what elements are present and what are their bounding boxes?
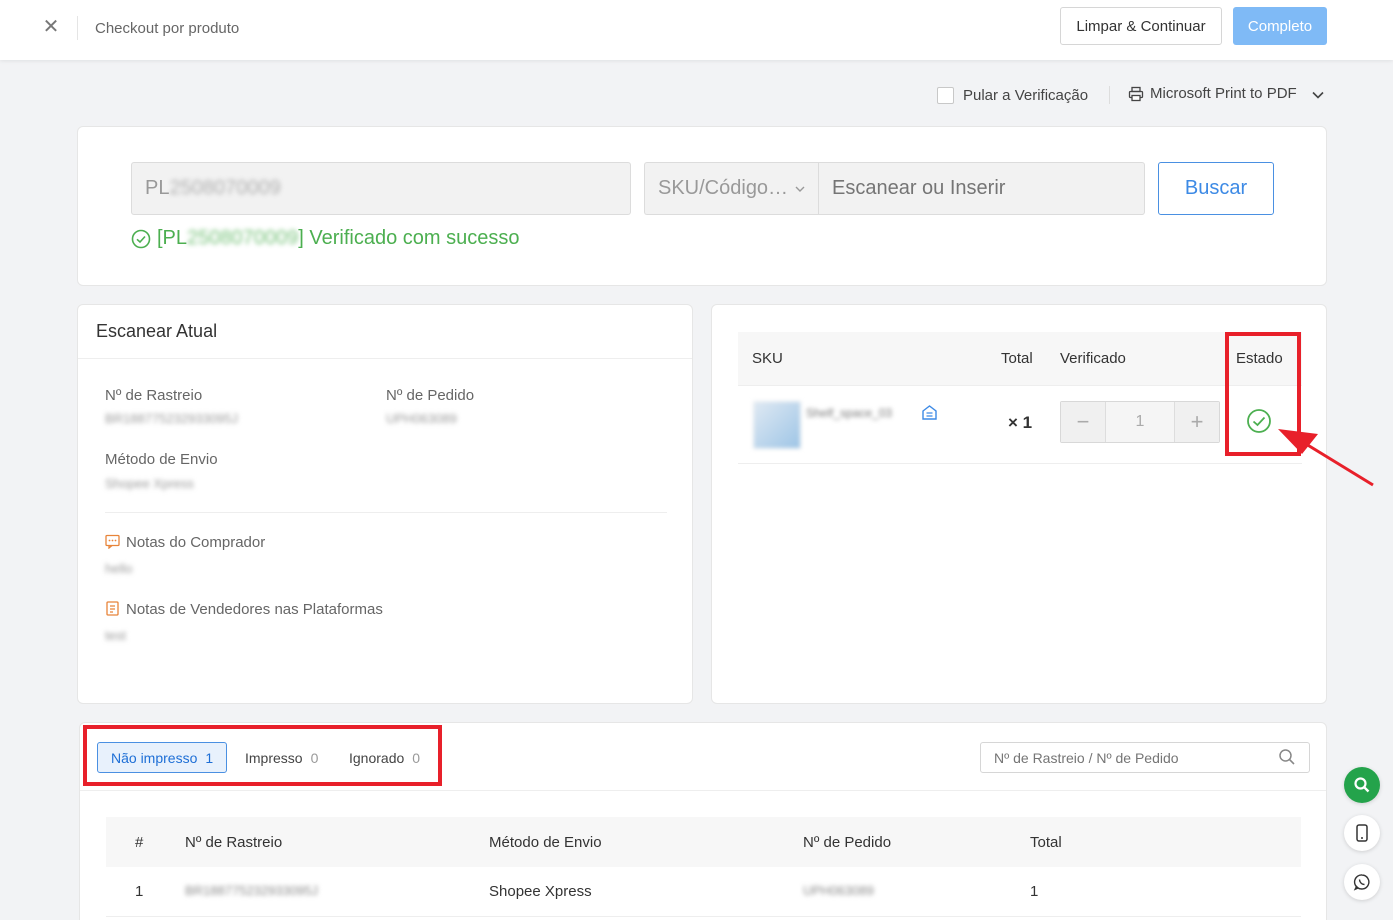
scan-input[interactable] bbox=[818, 162, 1145, 215]
page-title: Checkout por produto bbox=[95, 20, 240, 37]
floating-search-button[interactable] bbox=[1344, 767, 1380, 803]
verified-quantity-stepper: − 1 + bbox=[1060, 401, 1220, 443]
success-message: [PL2508070009] Verificado com sucesso bbox=[131, 227, 519, 250]
message-icon bbox=[105, 534, 120, 549]
sku-name: Shelf_space_03 bbox=[806, 406, 893, 420]
scan-panel: PL2508070009 SKU/Código… Buscar [PL25080… bbox=[77, 126, 1327, 286]
divider bbox=[77, 16, 78, 40]
row-order: UPH063089 bbox=[803, 883, 874, 898]
pick-list-input[interactable]: PL 2508070009 bbox=[131, 162, 631, 215]
chevron-down-icon[interactable] bbox=[1311, 88, 1325, 102]
sku-table-header: SKU Total Verificado Estado bbox=[738, 332, 1302, 386]
tracking-header: Nº de Rastreio bbox=[185, 834, 283, 851]
tabs-highlight-box bbox=[83, 725, 442, 786]
order-label: Nº de Pedido bbox=[386, 387, 475, 404]
seller-notes-label: Notas de Vendedores nas Plataformas bbox=[105, 601, 383, 618]
shipping-header: Método de Envio bbox=[489, 834, 602, 851]
search-button[interactable]: Buscar bbox=[1158, 162, 1274, 215]
row-tracking: BR188775232933095J bbox=[185, 883, 319, 898]
divider bbox=[78, 358, 692, 359]
printer-icon bbox=[1128, 86, 1144, 101]
seller-notes-value: test bbox=[105, 628, 126, 643]
product-thumbnail bbox=[753, 401, 801, 449]
close-icon[interactable]: ✕ bbox=[40, 16, 62, 38]
floating-whatsapp-button[interactable] bbox=[1344, 864, 1380, 900]
shipping-value: Shopee Xpress bbox=[105, 476, 194, 491]
phone-icon bbox=[1356, 824, 1368, 842]
shipping-label: Método de Envio bbox=[105, 451, 218, 468]
sku-row: Shelf_space_03 × 1 − 1 + bbox=[738, 386, 1302, 464]
skip-verification-checkbox[interactable] bbox=[937, 87, 954, 104]
divider bbox=[1109, 86, 1110, 104]
success-prefix: [PL bbox=[157, 227, 188, 249]
sku-code-select-value: SKU/Código… bbox=[658, 177, 789, 199]
complete-button[interactable]: Completo bbox=[1233, 7, 1327, 45]
row-total: 1 bbox=[1030, 883, 1039, 900]
row-shipping: Shopee Xpress bbox=[489, 883, 592, 900]
document-icon bbox=[106, 601, 119, 616]
panel-title: Escanear Atual bbox=[96, 321, 218, 341]
floating-mobile-button[interactable] bbox=[1344, 815, 1380, 851]
arrow-icon bbox=[1278, 429, 1374, 487]
printer-label: Microsoft Print to PDF bbox=[1150, 85, 1297, 102]
row-index: 1 bbox=[135, 883, 144, 900]
decrement-button[interactable]: − bbox=[1061, 402, 1105, 442]
pick-list-prefix: PL bbox=[145, 177, 170, 199]
order-search-input[interactable] bbox=[980, 742, 1310, 773]
success-pick-list: 2508070009 bbox=[187, 227, 299, 249]
warehouse-icon bbox=[922, 405, 937, 420]
verified-header: Verificado bbox=[1060, 350, 1126, 367]
success-suffix: ] Verificado com sucesso bbox=[298, 227, 520, 249]
idx-header: # bbox=[135, 834, 144, 851]
check-circle-icon bbox=[131, 229, 151, 248]
buyer-notes-label: Notas do Comprador bbox=[105, 534, 265, 551]
increment-button[interactable]: + bbox=[1175, 402, 1219, 442]
printer-select[interactable]: Microsoft Print to PDF bbox=[1128, 85, 1297, 102]
order-value: UPH063089 bbox=[386, 411, 457, 426]
pick-list-number: 2508070009 bbox=[169, 177, 281, 199]
sku-total-qty: × 1 bbox=[1008, 413, 1033, 432]
search-icon[interactable] bbox=[1278, 748, 1296, 766]
divider bbox=[105, 512, 667, 513]
top-bar: ✕ Checkout por produto Limpar & Continua… bbox=[0, 0, 1393, 60]
table-row[interactable]: 1 BR188775232933095J Shopee Xpress UPH06… bbox=[106, 867, 1301, 917]
order-table-header: # Nº de Rastreio Método de Envio Nº de P… bbox=[106, 817, 1301, 867]
total-header: Total bbox=[1030, 834, 1062, 851]
sku-code-select[interactable]: SKU/Código… bbox=[644, 162, 819, 215]
divider bbox=[80, 790, 1326, 791]
skip-verification-label[interactable]: Pular a Verificação bbox=[963, 87, 1088, 104]
chevron-down-icon bbox=[795, 186, 805, 192]
current-scan-panel: Escanear Atual Nº de Rastreio BR18877523… bbox=[77, 304, 693, 704]
whatsapp-icon bbox=[1353, 874, 1370, 891]
tracking-label: Nº de Rastreio bbox=[105, 387, 203, 404]
total-header: Total bbox=[1001, 350, 1033, 367]
buyer-notes-value: hello bbox=[105, 561, 133, 576]
tracking-value: BR188775232933095J bbox=[105, 411, 239, 426]
search-icon bbox=[1354, 777, 1370, 793]
order-header: Nº de Pedido bbox=[803, 834, 892, 851]
verified-quantity[interactable]: 1 bbox=[1105, 402, 1175, 442]
sku-header: SKU bbox=[752, 350, 783, 367]
clear-continue-button[interactable]: Limpar & Continuar bbox=[1060, 7, 1222, 45]
